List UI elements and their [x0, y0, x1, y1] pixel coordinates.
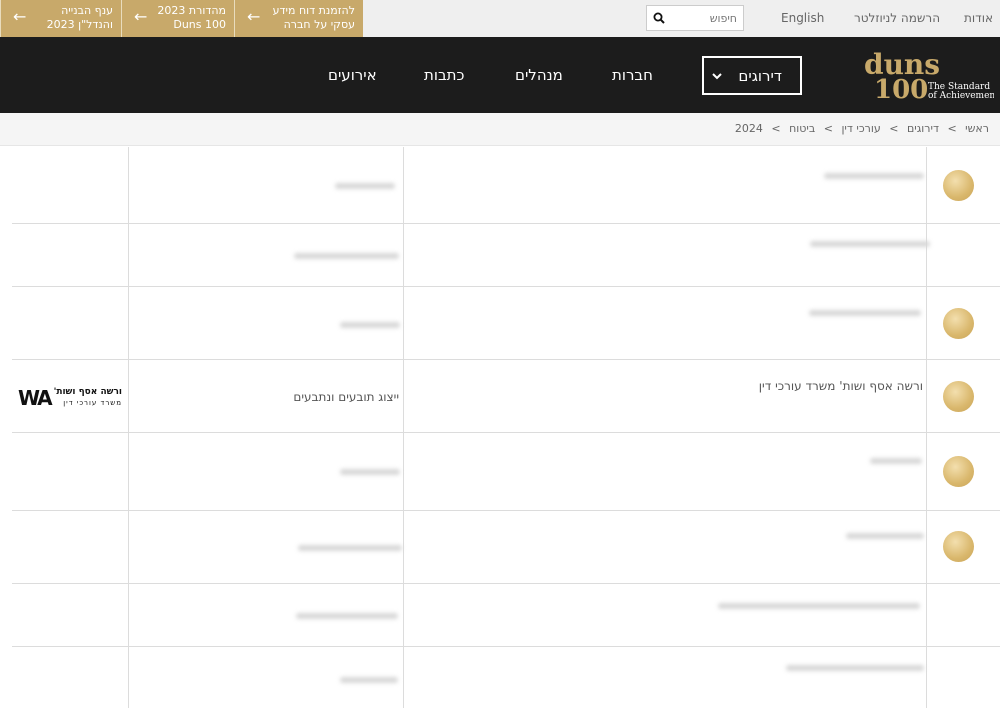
tier-medal-icon: [943, 381, 974, 412]
blurred-firm-name: [718, 603, 920, 609]
breadcrumb-lawyers[interactable]: עורכי דין: [841, 122, 880, 135]
arrow-left-icon: ←: [13, 7, 27, 26]
blurred-field: [340, 322, 400, 328]
column-divider: [128, 147, 129, 708]
tier-medal-icon: [943, 308, 974, 339]
search-input[interactable]: [671, 9, 737, 27]
blurred-field: [296, 613, 398, 619]
row-divider: [12, 286, 1000, 287]
blurred-firm-name: [810, 241, 930, 247]
breadcrumb-separator: >: [889, 122, 899, 135]
breadcrumb-separator: >: [947, 122, 957, 135]
breadcrumb: ראשי > דירוגים > עורכי דין > ביטוח > 202…: [0, 113, 1000, 146]
tier-medal-icon: [943, 531, 974, 562]
breadcrumb-year: 2024: [734, 122, 763, 135]
blurred-field: [340, 469, 400, 475]
tier-medal-icon: [943, 456, 974, 487]
top-utility-bar: ← להזמנת דוח מידע עסקי על חברה ← מהדורת …: [0, 0, 1000, 37]
english-link[interactable]: English: [781, 11, 824, 25]
row-divider: [12, 359, 1000, 360]
column-divider: [926, 147, 927, 708]
rankings-dropdown[interactable]: דירוגים: [702, 56, 802, 95]
search-icon[interactable]: [653, 12, 665, 24]
logo-number: 100: [874, 75, 928, 101]
row-divider: [12, 646, 1000, 647]
row-divider: [12, 583, 1000, 584]
row-divider: [12, 510, 1000, 511]
nav-articles[interactable]: כתבות: [424, 66, 464, 84]
firm-logo-subtitle: משרד עורכי דין: [63, 399, 122, 407]
blurred-firm-name: [824, 173, 924, 179]
firm-name[interactable]: ורשה אסף ושות' משרד עורכי דין: [759, 379, 923, 393]
breadcrumb-home[interactable]: ראשי: [965, 122, 989, 135]
column-divider: [403, 147, 404, 708]
chevron-down-icon: [712, 73, 722, 80]
breadcrumb-separator: >: [823, 122, 833, 135]
blurred-firm-name: [809, 310, 921, 316]
ranking-table: [12, 147, 1000, 708]
tier-medal-icon: [943, 170, 974, 201]
blurred-field: [340, 677, 398, 683]
nav-companies[interactable]: חברות: [612, 66, 653, 84]
newsletter-link[interactable]: הרשמה לניוזלטר: [854, 11, 940, 25]
blurred-firm-name: [846, 533, 924, 539]
arrow-left-icon: ←: [247, 7, 261, 26]
nav-managers[interactable]: מנהלים: [515, 66, 563, 84]
row-divider: [12, 223, 1000, 224]
blurred-firm-name: [870, 458, 922, 464]
promo-2023-edition[interactable]: ← מהדורת 2023 Duns 100: [121, 0, 234, 37]
about-link[interactable]: אודות: [964, 11, 993, 25]
breadcrumb-rankings[interactable]: דירוגים: [907, 122, 939, 135]
promo-construction[interactable]: ← ענף הבנייה והנדל"ן 2023: [0, 0, 121, 37]
nav-events[interactable]: אירועים: [328, 66, 377, 84]
logo-tagline-2: of Achievement: [928, 91, 994, 101]
promo-order-report[interactable]: ← להזמנת דוח מידע עסקי על חברה: [234, 0, 363, 37]
firm-logo[interactable]: WA ורשה אסף ושות' משרד עורכי דין: [18, 386, 124, 410]
arrow-left-icon: ←: [134, 7, 148, 26]
blurred-field: [335, 183, 395, 189]
practice-field: ייצוג תובעים ונתבעים: [293, 390, 399, 404]
blurred-field: [294, 253, 399, 259]
blurred-firm-name: [786, 665, 924, 671]
duns100-logo[interactable]: duns 100 The Standard of Achievement: [862, 49, 994, 101]
breadcrumb-insurance[interactable]: ביטוח: [789, 122, 815, 135]
breadcrumb-separator: >: [771, 122, 781, 135]
blurred-field: [298, 545, 402, 551]
search-box: [646, 5, 744, 31]
row-divider: [12, 432, 1000, 433]
firm-logo-name: ורשה אסף ושות': [53, 387, 122, 397]
main-nav: אירועים כתבות מנהלים חברות דירוגים duns …: [0, 37, 1000, 113]
rankings-dropdown-label: דירוגים: [738, 67, 782, 85]
firm-logo-mark: WA: [18, 386, 53, 410]
